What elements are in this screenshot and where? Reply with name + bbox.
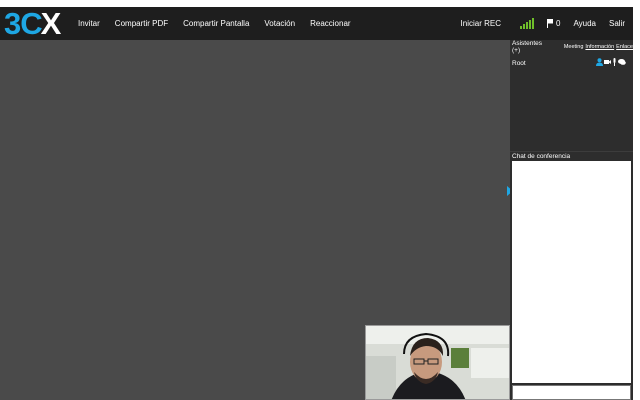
attendees-header: Asistentes (+) Meeting Información Enlac… xyxy=(510,40,633,54)
signal-strength-icon xyxy=(519,18,534,29)
attendees-links: Meeting Información Enlace xyxy=(564,44,633,50)
nav-menu: Invitar Compartir PDF Compartir Pantalla… xyxy=(78,7,366,40)
vote-button[interactable]: Votación xyxy=(264,19,295,28)
raise-hand-button[interactable]: 0 xyxy=(546,19,561,28)
chat-title: Chat de conferencia xyxy=(512,153,571,160)
attendees-title[interactable]: Asistentes (+) xyxy=(512,40,551,54)
conference-app: 3 CX Invitar Compartir PDF Compartir Pan… xyxy=(0,7,633,400)
share-screen-button[interactable]: Compartir Pantalla xyxy=(183,19,249,28)
side-panel: Asistentes (+) Meeting Información Enlac… xyxy=(510,40,633,400)
logo-three: 3 xyxy=(4,7,21,41)
flag-icon xyxy=(546,19,553,28)
flag-count: 0 xyxy=(555,19,561,28)
attendee-icons xyxy=(596,58,626,66)
top-bar: 3 CX Invitar Compartir PDF Compartir Pan… xyxy=(0,7,633,41)
info-link[interactable]: Información xyxy=(585,44,614,50)
chat-icon[interactable] xyxy=(618,58,626,66)
chat-header: Chat de conferencia xyxy=(510,151,633,161)
chat-input[interactable] xyxy=(512,385,631,400)
logo-x: X xyxy=(40,7,62,41)
camera-icon[interactable] xyxy=(604,58,611,66)
microphone-icon[interactable] xyxy=(612,58,617,66)
nav-right: Iniciar REC 0 Ayuda Salir xyxy=(461,7,625,40)
exit-button[interactable]: Salir xyxy=(609,19,625,28)
webcam-frame xyxy=(366,326,509,399)
logo-c: C xyxy=(20,7,42,41)
link-link[interactable]: Enlace xyxy=(616,44,633,50)
react-button[interactable]: Reaccionar xyxy=(310,19,350,28)
user-icon xyxy=(596,58,603,66)
start-rec-button[interactable]: Iniciar REC xyxy=(461,19,501,28)
webcam-video xyxy=(365,325,510,400)
help-button[interactable]: Ayuda xyxy=(573,19,596,28)
meeting-link[interactable]: Meeting xyxy=(564,44,584,50)
attendee-name: Root xyxy=(512,59,526,67)
chat-messages xyxy=(512,161,631,383)
logo-cx: CX xyxy=(20,7,62,42)
attendee-row[interactable]: Root xyxy=(510,57,633,69)
invite-button[interactable]: Invitar xyxy=(78,19,100,28)
logo: 3 CX xyxy=(4,7,61,41)
share-pdf-button[interactable]: Compartir PDF xyxy=(115,19,168,28)
